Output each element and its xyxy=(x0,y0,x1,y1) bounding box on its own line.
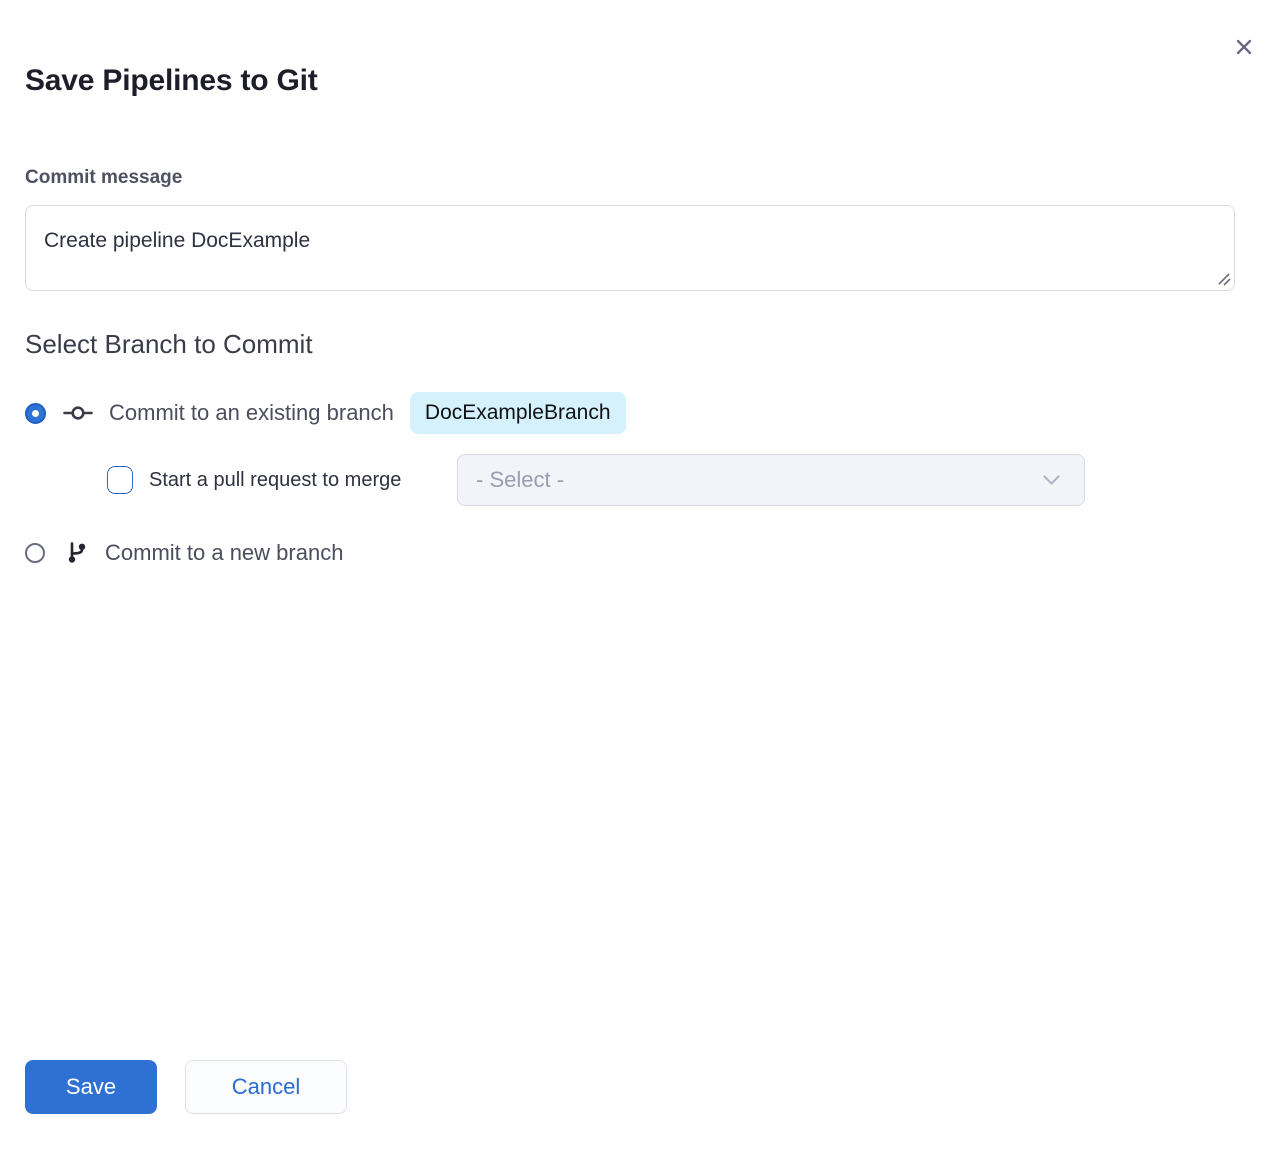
pull-request-label: Start a pull request to merge xyxy=(149,469,401,492)
git-commit-icon xyxy=(62,401,94,425)
pull-request-checkbox[interactable] xyxy=(107,466,133,494)
commit-message-label: Commit message xyxy=(25,167,182,189)
existing-branch-radio[interactable] xyxy=(25,403,46,424)
dialog-title: Save Pipelines to Git xyxy=(25,64,318,98)
select-placeholder: - Select - xyxy=(476,467,1043,493)
existing-branch-row: Commit to an existing branch DocExampleB… xyxy=(25,392,626,434)
dialog-footer: Save Cancel xyxy=(25,1060,347,1114)
save-button[interactable]: Save xyxy=(25,1060,157,1114)
cancel-button[interactable]: Cancel xyxy=(185,1060,347,1114)
commit-message-input[interactable]: Create pipeline DocExample xyxy=(25,205,1235,291)
git-branch-icon xyxy=(64,540,90,566)
branch-name-badge[interactable]: DocExampleBranch xyxy=(410,392,626,434)
pull-request-row: Start a pull request to merge xyxy=(107,454,401,506)
new-branch-label: Commit to a new branch xyxy=(105,540,343,566)
new-branch-radio[interactable] xyxy=(25,543,45,563)
merge-target-branch-select[interactable]: - Select - xyxy=(457,454,1085,506)
commit-message-field: Create pipeline DocExample xyxy=(25,205,1235,291)
x-icon xyxy=(1234,37,1254,57)
select-branch-heading: Select Branch to Commit xyxy=(25,329,313,360)
save-pipelines-to-git-dialog: Save Pipelines to Git Commit message Cre… xyxy=(0,0,1265,1152)
existing-branch-label: Commit to an existing branch xyxy=(109,400,394,426)
chevron-down-icon xyxy=(1043,475,1060,486)
close-icon[interactable] xyxy=(1228,31,1260,63)
new-branch-row: Commit to a new branch xyxy=(25,533,343,573)
